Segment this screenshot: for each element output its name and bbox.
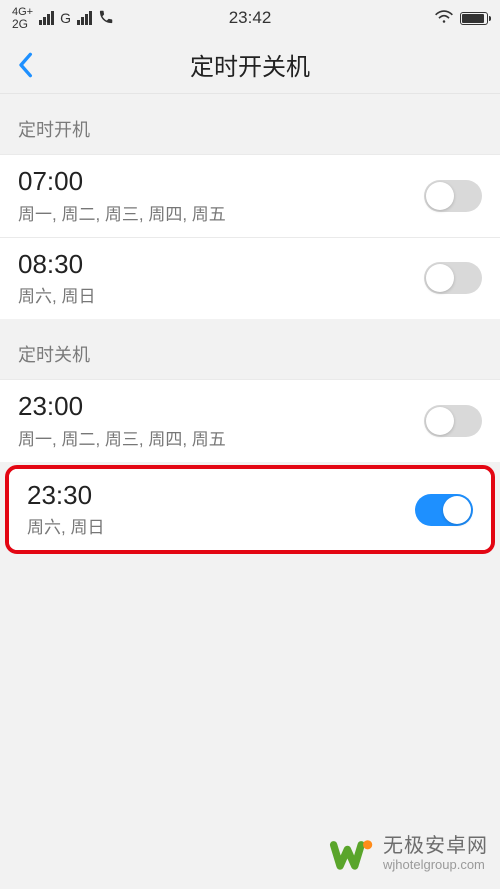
schedule-row-on-1[interactable]: 07:00 周一, 周二, 周三, 周四, 周五: [0, 154, 500, 237]
network-1-bottom: 2G: [12, 18, 33, 30]
section-header-power-off: 定时关机: [0, 319, 500, 379]
signal-bars-icon-2: [77, 11, 92, 25]
chevron-left-icon: [17, 51, 33, 79]
schedule-row-off-1[interactable]: 23:00 周一, 周二, 周三, 周四, 周五: [0, 379, 500, 462]
schedule-row-off-2[interactable]: 23:30 周六, 周日: [9, 469, 491, 551]
phone-icon: [98, 9, 114, 28]
page-title: 定时开关机: [190, 47, 310, 82]
network-indicator-1: 4G+ 2G: [12, 7, 33, 30]
watermark-en: wjhotelgroup.com: [383, 858, 488, 873]
watermark: 无极安卓网 wjhotelgroup.com: [329, 831, 488, 877]
status-right: [434, 9, 488, 27]
schedule-days: 周一, 周二, 周三, 周四, 周五: [18, 200, 226, 225]
status-bar: 4G+ 2G G 23:42: [0, 0, 500, 36]
highlight-annotation: 23:30 周六, 周日: [5, 465, 495, 555]
status-left: 4G+ 2G G: [12, 7, 114, 30]
section-header-power-on: 定时开机: [0, 94, 500, 154]
toggle-on-2[interactable]: [424, 262, 482, 294]
schedule-text: 07:00 周一, 周二, 周三, 周四, 周五: [18, 167, 226, 225]
watermark-cn: 无极安卓网: [383, 835, 488, 858]
signal-bars-icon-1: [39, 11, 54, 25]
schedule-text: 08:30 周六, 周日: [18, 250, 95, 308]
schedule-row-on-2[interactable]: 08:30 周六, 周日: [0, 237, 500, 320]
schedule-days: 周六, 周日: [18, 282, 95, 307]
toggle-off-1[interactable]: [424, 405, 482, 437]
schedule-days: 周一, 周二, 周三, 周四, 周五: [18, 425, 226, 450]
back-button[interactable]: [10, 50, 40, 80]
watermark-text: 无极安卓网 wjhotelgroup.com: [383, 835, 488, 873]
toggle-off-2[interactable]: [415, 494, 473, 526]
wifi-icon: [434, 9, 454, 27]
schedule-days: 周六, 周日: [27, 513, 104, 538]
battery-icon: [460, 12, 488, 25]
network-indicator-2: G: [60, 10, 71, 26]
watermark-logo-icon: [329, 831, 375, 877]
schedule-time: 23:00: [18, 392, 226, 421]
schedule-time: 08:30: [18, 250, 95, 279]
status-time: 23:42: [229, 8, 272, 28]
schedule-time: 23:30: [27, 481, 104, 510]
schedule-text: 23:00 周一, 周二, 周三, 周四, 周五: [18, 392, 226, 450]
network-1-top: 4G+: [12, 7, 33, 18]
toggle-on-1[interactable]: [424, 180, 482, 212]
title-bar: 定时开关机: [0, 36, 500, 94]
schedule-time: 07:00: [18, 167, 226, 196]
schedule-text: 23:30 周六, 周日: [27, 481, 104, 539]
